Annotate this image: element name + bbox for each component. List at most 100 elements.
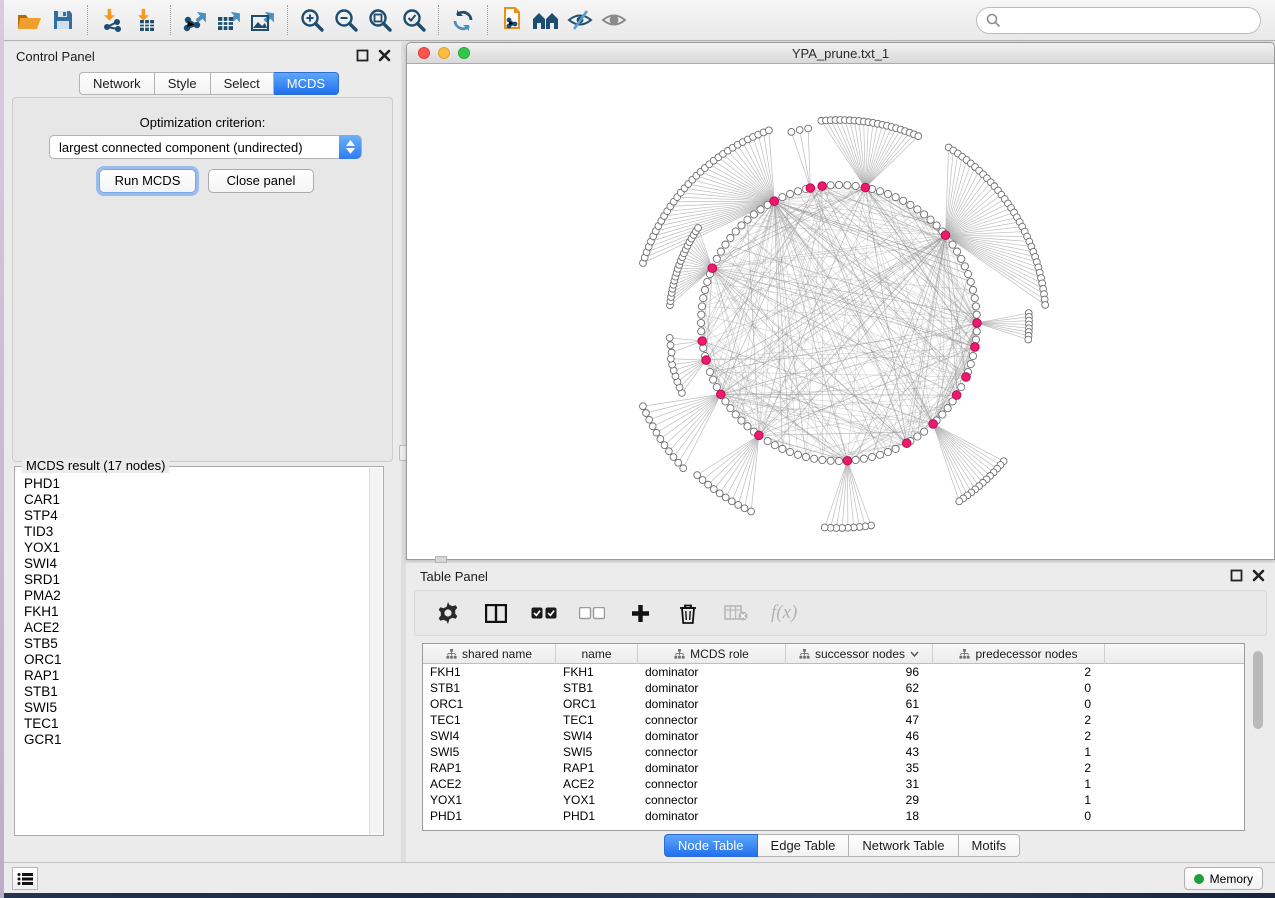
split-table-panel-icon[interactable] bbox=[483, 600, 509, 626]
network-node[interactable] bbox=[969, 352, 976, 359]
network-node[interactable] bbox=[876, 188, 883, 195]
cell-role[interactable]: dominator bbox=[638, 760, 786, 776]
network-node[interactable] bbox=[835, 457, 842, 464]
mcds-hub-node[interactable] bbox=[702, 356, 711, 365]
cell-name[interactable]: STB1 bbox=[556, 680, 638, 696]
cell-predecessors[interactable]: 1 bbox=[933, 792, 1105, 808]
network-node[interactable] bbox=[802, 453, 809, 460]
cell-shared_name[interactable]: SWI4 bbox=[423, 728, 556, 744]
network-node[interactable] bbox=[700, 295, 707, 302]
network-node[interactable] bbox=[892, 445, 899, 452]
network-node[interactable] bbox=[727, 234, 734, 241]
network-leaf-node[interactable] bbox=[694, 472, 701, 479]
cell-role[interactable]: dominator bbox=[638, 680, 786, 696]
network-canvas[interactable] bbox=[407, 64, 1274, 559]
network-leaf-node[interactable] bbox=[728, 498, 735, 505]
cell-name[interactable]: TEC1 bbox=[556, 712, 638, 728]
cell-name[interactable]: YOX1 bbox=[556, 792, 638, 808]
cell-successors[interactable]: 96 bbox=[786, 664, 933, 680]
network-node[interactable] bbox=[811, 455, 818, 462]
network-leaf-node[interactable] bbox=[710, 486, 717, 493]
cell-role[interactable]: dominator bbox=[638, 808, 786, 824]
network-node[interactable] bbox=[972, 336, 979, 343]
close-table-panel-icon[interactable] bbox=[1252, 569, 1265, 582]
network-leaf-node[interactable] bbox=[666, 334, 673, 341]
network-leaf-node[interactable] bbox=[640, 403, 647, 410]
cell-role[interactable]: connector bbox=[638, 792, 786, 808]
mcds-result-item[interactable]: ORC1 bbox=[16, 652, 368, 668]
network-node[interactable] bbox=[884, 448, 891, 455]
cell-shared_name[interactable]: FKH1 bbox=[423, 664, 556, 680]
cell-predecessors[interactable]: 0 bbox=[933, 808, 1105, 824]
network-node[interactable] bbox=[961, 263, 968, 270]
mcds-result-item[interactable]: SRD1 bbox=[16, 572, 368, 588]
mcds-hub-node[interactable] bbox=[973, 319, 982, 328]
network-node[interactable] bbox=[972, 303, 979, 310]
first-neighbors-icon[interactable] bbox=[529, 4, 563, 36]
cell-successors[interactable]: 61 bbox=[786, 696, 933, 712]
tab-network[interactable]: Network bbox=[79, 72, 155, 95]
table-row-ACE2[interactable]: ACE2ACE2connector311 bbox=[423, 776, 1244, 792]
tab-network-table[interactable]: Network Table bbox=[849, 834, 958, 857]
cell-name[interactable]: ORC1 bbox=[556, 696, 638, 712]
delete-table-icon-disabled[interactable] bbox=[723, 600, 749, 626]
table-row-YOX1[interactable]: YOX1YOX1connector291 bbox=[423, 792, 1244, 808]
refresh-view-icon[interactable] bbox=[446, 4, 480, 36]
network-node[interactable] bbox=[969, 286, 976, 293]
mcds-result-item[interactable]: RAP1 bbox=[16, 668, 368, 684]
network-node[interactable] bbox=[971, 295, 978, 302]
mcds-result-item[interactable]: YOX1 bbox=[16, 540, 368, 556]
network-leaf-node[interactable] bbox=[805, 125, 812, 132]
network-node[interactable] bbox=[744, 216, 751, 223]
network-node[interactable] bbox=[933, 222, 940, 229]
network-leaf-node[interactable] bbox=[667, 355, 674, 362]
mcds-hub-node[interactable] bbox=[755, 431, 764, 440]
import-table-from-file-icon[interactable] bbox=[129, 4, 163, 36]
cell-shared_name[interactable]: TEC1 bbox=[423, 712, 556, 728]
mcds-result-item[interactable]: STB1 bbox=[16, 684, 368, 700]
network-leaf-node[interactable] bbox=[657, 436, 664, 443]
mcds-result-item[interactable]: FKH1 bbox=[16, 604, 368, 620]
network-node[interactable] bbox=[701, 286, 708, 293]
mcds-result-item[interactable]: STP4 bbox=[16, 508, 368, 524]
network-node[interactable] bbox=[827, 182, 834, 189]
network-node[interactable] bbox=[949, 241, 956, 248]
mcds-result-item[interactable]: GCR1 bbox=[16, 732, 368, 748]
network-node[interactable] bbox=[827, 457, 834, 464]
table-row-FKH1[interactable]: FKH1FKH1dominator962 bbox=[423, 664, 1244, 680]
cell-role[interactable]: connector bbox=[638, 776, 786, 792]
network-node[interactable] bbox=[852, 456, 859, 463]
network-node[interactable] bbox=[744, 423, 751, 430]
cell-role[interactable]: connector bbox=[638, 712, 786, 728]
network-node[interactable] bbox=[964, 270, 971, 277]
delete-column-trash-icon[interactable] bbox=[675, 600, 701, 626]
network-node[interactable] bbox=[732, 411, 739, 418]
table-row-TEC1[interactable]: TEC1TEC1connector472 bbox=[423, 712, 1244, 728]
column-header-MCDS-role[interactable]: MCDS role bbox=[638, 644, 786, 664]
table-scrollbar-thumb[interactable] bbox=[1253, 651, 1263, 729]
cell-shared_name[interactable]: PHD1 bbox=[423, 808, 556, 824]
mcds-hub-node[interactable] bbox=[962, 373, 971, 382]
network-leaf-node[interactable] bbox=[788, 128, 795, 135]
network-node[interactable] bbox=[713, 384, 720, 391]
cell-predecessors[interactable]: 0 bbox=[933, 680, 1105, 696]
network-leaf-node[interactable] bbox=[695, 225, 702, 232]
network-node[interactable] bbox=[722, 398, 729, 405]
network-node[interactable] bbox=[973, 328, 980, 335]
cell-role[interactable]: dominator bbox=[638, 728, 786, 744]
cell-name[interactable]: SWI5 bbox=[556, 744, 638, 760]
cell-name[interactable]: FKH1 bbox=[556, 664, 638, 680]
cell-successors[interactable]: 43 bbox=[786, 744, 933, 760]
cell-role[interactable]: connector bbox=[638, 744, 786, 760]
mcds-hub-node[interactable] bbox=[818, 182, 827, 191]
network-leaf-node[interactable] bbox=[653, 429, 660, 436]
mcds-result-item[interactable]: ACE2 bbox=[16, 620, 368, 636]
create-column-plus-icon[interactable] bbox=[627, 600, 653, 626]
cell-successors[interactable]: 46 bbox=[786, 728, 933, 744]
network-node[interactable] bbox=[794, 188, 801, 195]
network-leaf-node[interactable] bbox=[716, 490, 723, 497]
mcds-hub-node[interactable] bbox=[861, 183, 870, 192]
network-node[interactable] bbox=[717, 248, 724, 255]
cell-successors[interactable]: 62 bbox=[786, 680, 933, 696]
network-node[interactable] bbox=[786, 190, 793, 197]
